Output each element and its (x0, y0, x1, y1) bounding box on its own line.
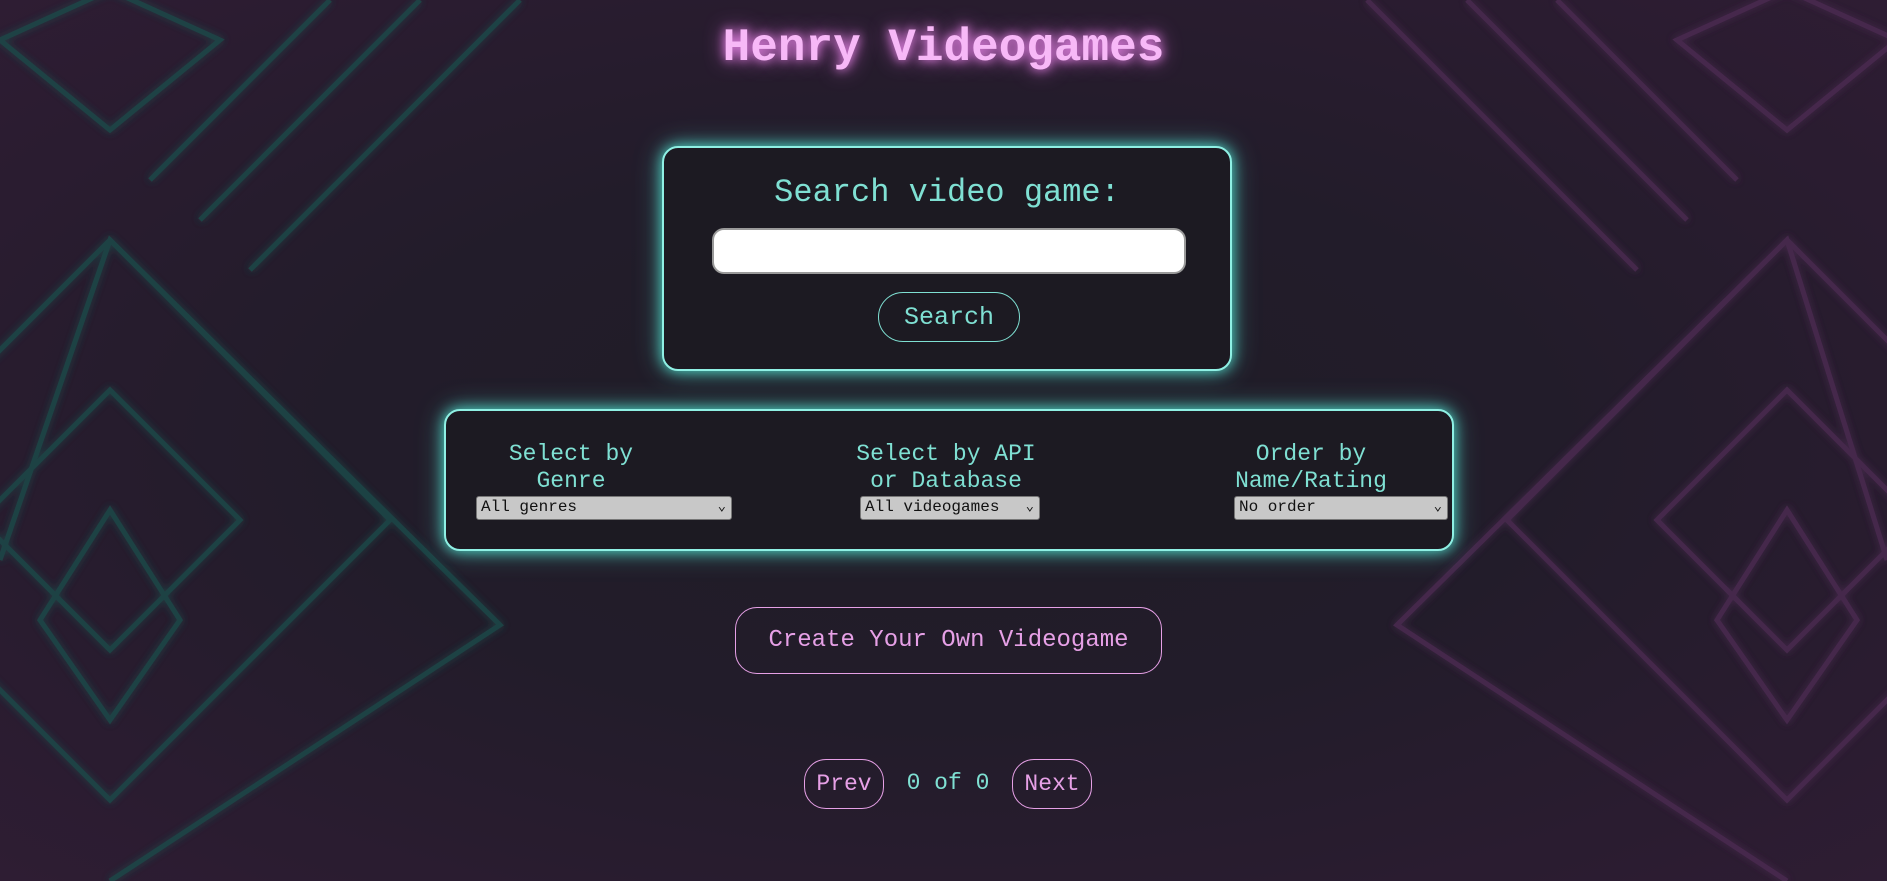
search-button[interactable]: Search (878, 292, 1020, 342)
source-select-value: All videogames (865, 498, 1000, 516)
create-videogame-button[interactable]: Create Your Own Videogame (735, 607, 1162, 674)
genre-select-value: All genres (481, 498, 578, 516)
search-label: Search video game: (774, 174, 1120, 211)
chevron-down-icon: ⌄ (717, 499, 726, 515)
source-filter-label: Select by API or Database (856, 441, 1036, 494)
order-select[interactable]: No order ⌄ (1234, 496, 1448, 520)
chevron-down-icon: ⌄ (1025, 499, 1034, 515)
next-page-button[interactable]: Next (1012, 759, 1092, 809)
filter-panel: Select by Genre All genres ⌄ Select by A… (444, 409, 1454, 551)
order-filter-label: Order by Name/Rating (1235, 441, 1387, 494)
genre-select[interactable]: All genres ⌄ (476, 496, 732, 520)
search-panel: Search video game: Search (662, 146, 1232, 371)
genre-filter-label: Select by Genre (508, 441, 634, 494)
chevron-down-icon: ⌄ (1433, 499, 1442, 515)
search-input[interactable] (712, 228, 1186, 274)
source-select[interactable]: All videogames ⌄ (860, 496, 1040, 520)
prev-page-button[interactable]: Prev (804, 759, 884, 809)
order-select-value: No order (1239, 498, 1316, 516)
page-indicator: 0 of 0 (906, 770, 990, 796)
page-title: Henry Videogames (722, 22, 1165, 74)
